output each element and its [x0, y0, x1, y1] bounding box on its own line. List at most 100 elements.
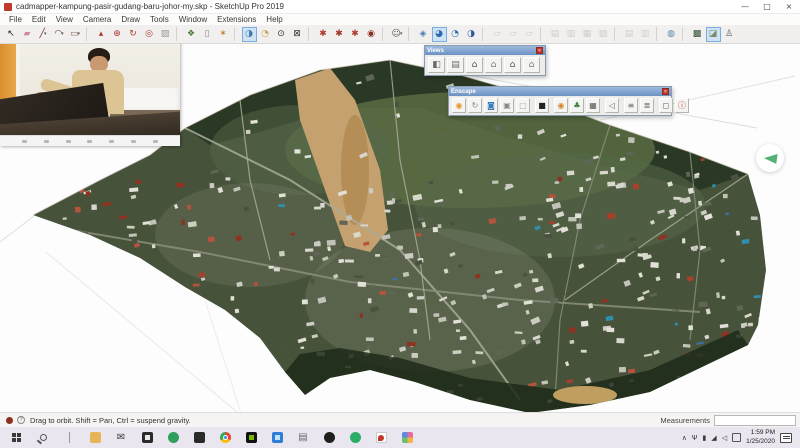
previous-view-icon[interactable]: ◈ [416, 27, 431, 42]
iso-view-icon[interactable]: ◧ [428, 57, 445, 73]
nvidia-icon[interactable] [238, 427, 264, 448]
camera-preset-icon[interactable]: ◉ [364, 27, 379, 42]
rotate-tool-icon[interactable]: ↻ [126, 27, 141, 42]
webcam-control-icon[interactable] [131, 140, 136, 143]
rectangle-tool-icon[interactable]: ▭▾ [68, 27, 83, 42]
pan-tool-icon[interactable]: ◔ [448, 27, 463, 42]
paint-bucket-icon[interactable]: ❖ [184, 27, 199, 42]
network-icon[interactable]: ◢ [711, 434, 716, 442]
component-person-icon[interactable]: ♙ [722, 27, 737, 42]
printer-icon[interactable]: ▤ [290, 427, 316, 448]
views-toolbar-titlebar[interactable]: Views × [425, 46, 545, 55]
screenshot-icon[interactable]: ▣ [500, 98, 514, 113]
add-location-icon[interactable]: ◍ [664, 27, 679, 42]
enscape-close-button[interactable]: × [662, 88, 669, 95]
style-shaded-icon[interactable]: ▦ [580, 27, 595, 42]
close-button[interactable]: × [778, 0, 800, 13]
sound-source-icon[interactable]: ◁ [605, 98, 619, 113]
restore-button[interactable]: □ [756, 0, 778, 13]
screen-share-arrow-button[interactable] [756, 144, 784, 172]
shadows-icon[interactable]: ◔ [258, 27, 273, 42]
webcam-control-icon[interactable] [44, 140, 49, 143]
help-icon[interactable]: ? [17, 416, 25, 424]
sketchup-icon[interactable] [134, 427, 160, 448]
text-tool-icon[interactable]: ▯ [200, 27, 215, 42]
dropdown-arrow-icon[interactable]: ▾ [61, 31, 64, 37]
views-close-button[interactable]: × [536, 47, 543, 54]
dropdown-arrow-icon[interactable]: ▾ [78, 31, 81, 37]
mail-icon[interactable]: ✉ [108, 427, 134, 448]
material-ball-icon[interactable]: ◉ [554, 98, 568, 113]
xray-mode-icon[interactable]: ◑ [242, 27, 257, 42]
webcam-control-icon[interactable] [22, 140, 27, 143]
menu-draw[interactable]: Draw [116, 15, 145, 24]
section-plane-icon[interactable]: ▱ [490, 27, 505, 42]
walk-tool-icon[interactable]: ✱ [348, 27, 363, 42]
about-enscape-icon[interactable]: ⓘ [675, 98, 689, 113]
arc-tool-icon[interactable]: ◠▾ [52, 27, 67, 42]
asset-tree-icon[interactable]: ♣ [570, 98, 584, 113]
chrome-icon[interactable] [212, 427, 238, 448]
file-explorer-icon[interactable] [82, 427, 108, 448]
blue-app-icon[interactable] [264, 427, 290, 448]
menu-camera[interactable]: Camera [78, 15, 116, 24]
section-cut-icon[interactable]: ▱ [522, 27, 537, 42]
menu-edit[interactable]: Edit [27, 15, 51, 24]
enscape-toolbar-titlebar[interactable]: Enscape × [449, 87, 671, 96]
orbit-tool-icon[interactable]: ◕ [432, 27, 447, 42]
eraser-tool-icon[interactable]: ▰ [20, 27, 35, 42]
move-tool-icon[interactable]: ⊕ [110, 27, 125, 42]
live-update-icon[interactable]: ↻ [468, 98, 482, 113]
webcam-control-icon[interactable] [87, 140, 92, 143]
webcam-controls[interactable] [0, 135, 180, 146]
webcam-control-icon[interactable] [153, 140, 158, 143]
microphone-icon[interactable]: Ψ [692, 434, 698, 442]
line-tool-icon[interactable]: ╱▾ [36, 27, 51, 42]
feedback-icon[interactable]: ◻ [659, 98, 673, 113]
top-view-icon[interactable]: ▤ [447, 57, 464, 73]
green-app-icon[interactable] [160, 427, 186, 448]
look-around-icon[interactable]: ✱ [332, 27, 347, 42]
start-enscape-icon[interactable]: ◉ [452, 98, 466, 113]
photo-textures-icon[interactable]: ◪ [706, 27, 721, 42]
ime-indicator-icon[interactable] [732, 433, 741, 442]
video-editor-icon[interactable]: ■ [535, 98, 549, 113]
back-view-icon[interactable]: ⌂ [504, 57, 521, 73]
photos-icon[interactable] [394, 427, 420, 448]
tray-expand-icon[interactable]: ∧ [682, 434, 687, 442]
tape-measure-icon[interactable]: ▨ [158, 27, 173, 42]
offset-tool-icon[interactable]: ◎ [142, 27, 157, 42]
dark-circle-app-icon[interactable] [316, 427, 342, 448]
style-textured-icon[interactable]: ▧ [596, 27, 611, 42]
style-hiddenline-icon[interactable]: ▥ [564, 27, 579, 42]
dropdown-arrow-icon[interactable]: ▾ [400, 31, 403, 37]
minimize-button[interactable]: — [734, 0, 756, 13]
wechat-icon[interactable] [342, 427, 368, 448]
action-center-icon[interactable] [780, 433, 792, 443]
shadow-toggle-icon[interactable]: ▤ [622, 27, 637, 42]
webcam-control-icon[interactable] [66, 140, 71, 143]
position-camera-icon[interactable]: ✱ [316, 27, 331, 42]
store-icon[interactable] [186, 427, 212, 448]
general-settings-icon[interactable]: ≣ [640, 98, 654, 113]
batch-render-icon[interactable]: ▢ [516, 98, 530, 113]
pushpull-tool-icon[interactable]: ▴ [94, 27, 109, 42]
menu-file[interactable]: File [4, 15, 27, 24]
menu-view[interactable]: View [51, 15, 78, 24]
measurements-input[interactable] [714, 415, 796, 426]
zoom-window-icon[interactable]: ⊙ [274, 27, 289, 42]
battery-icon[interactable]: ▮ [702, 434, 706, 442]
section-fill-icon[interactable]: ▱ [506, 27, 521, 42]
select-tool-icon[interactable]: ↖ [4, 27, 19, 42]
visual-settings-icon[interactable]: ≡ [624, 98, 638, 113]
asset-library-icon[interactable]: ▦ [586, 98, 600, 113]
front-view-icon[interactable]: ⌂ [466, 57, 483, 73]
fog-toggle-icon[interactable]: ▥ [638, 27, 653, 42]
menu-window[interactable]: Window [174, 15, 212, 24]
dropdown-arrow-icon[interactable]: ▾ [44, 31, 47, 37]
right-view-icon[interactable]: ⌂ [485, 57, 502, 73]
search-icon[interactable] [30, 427, 56, 448]
menu-help[interactable]: Help [261, 15, 287, 24]
followme-tool-icon[interactable]: ✶ [216, 27, 231, 42]
style-wireframe-icon[interactable]: ▤ [548, 27, 563, 42]
